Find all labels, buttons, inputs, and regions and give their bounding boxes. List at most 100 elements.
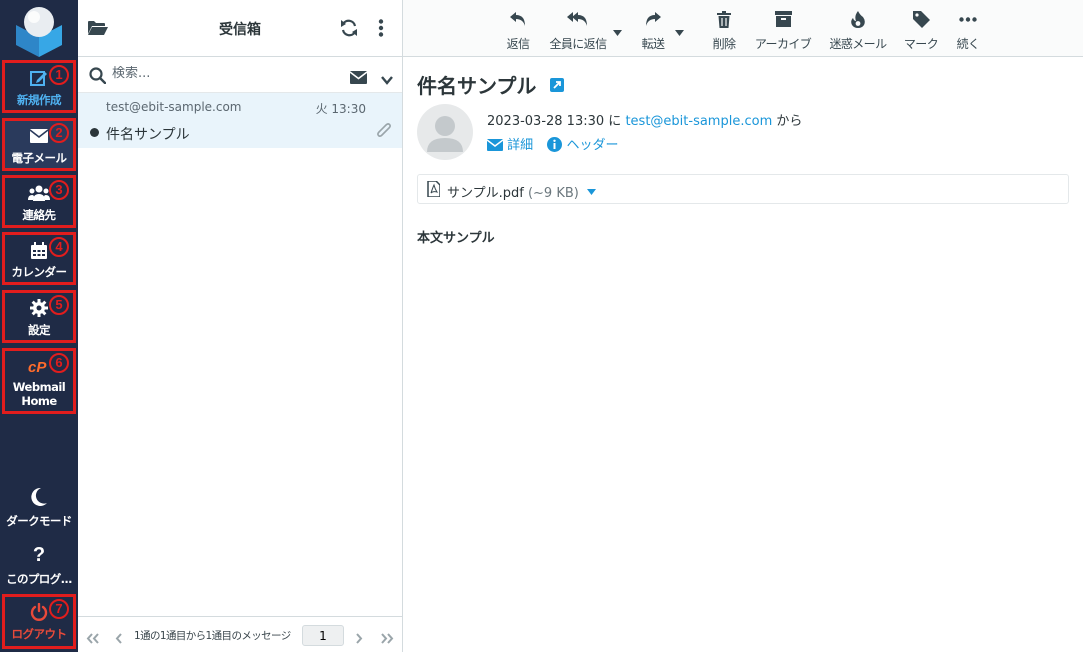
from-suffix: から <box>776 114 803 129</box>
mark-button[interactable]: マーク <box>901 9 941 52</box>
message-subject-heading: 件名サンプル <box>417 74 537 98</box>
forward-button[interactable]: 転送 <box>638 9 668 52</box>
forward-label: 転送 <box>641 37 665 51</box>
page-number-input[interactable] <box>302 625 344 646</box>
message-from: test@ebit-sample.com <box>106 100 242 114</box>
refresh-icon[interactable] <box>340 19 358 41</box>
envelope-filter-icon[interactable] <box>349 69 368 88</box>
forward-caret-icon[interactable] <box>675 21 684 40</box>
unread-dot-icon[interactable] <box>90 128 99 137</box>
envelope-icon <box>486 139 504 155</box>
annotation-number: 1 <box>49 65 69 85</box>
message-list-item[interactable]: test@ebit-sample.com 火 13:30 件名サンプル <box>78 93 402 148</box>
sidebar-item-dark-mode[interactable]: ダークモード <box>0 486 78 529</box>
tag-icon <box>901 9 941 29</box>
prev-page-icon[interactable] <box>115 629 123 648</box>
sidebar-item-label: ログアウト <box>11 627 68 641</box>
annotation-number: 7 <box>49 599 69 619</box>
first-page-icon[interactable] <box>86 629 100 648</box>
sidebar-item-calendar[interactable]: 4 カレンダー <box>2 232 76 285</box>
sidebar-item-logout[interactable]: 7 ログアウト <box>2 594 76 649</box>
sender-link[interactable]: test@ebit-sample.com <box>625 114 772 129</box>
sidebar-item-compose[interactable]: 1 新規作成 <box>2 60 76 113</box>
annotation-number: 2 <box>49 123 69 143</box>
reply-all-button[interactable]: 全員に返信 <box>546 9 610 52</box>
moon-icon <box>0 486 78 508</box>
sidebar-item-label: 連絡先 <box>22 208 57 222</box>
sidebar-item-label: Webmail Home <box>5 380 73 408</box>
webmail-label: Webmail <box>12 380 66 394</box>
search-input[interactable] <box>112 66 312 81</box>
sender-avatar <box>417 104 473 160</box>
attachment-name: サンプル.pdf <box>447 186 524 201</box>
date-suffix: に <box>608 114 622 129</box>
next-page-icon[interactable] <box>355 629 363 648</box>
annotation-number: 4 <box>49 237 69 257</box>
more-vertical-icon[interactable] <box>378 19 384 41</box>
sidebar-item-webmail-home[interactable]: cP 6 Webmail Home <box>2 348 76 414</box>
forward-icon <box>638 9 668 29</box>
chevron-down-icon[interactable] <box>381 70 393 89</box>
pager-text: 1通の1通目から1通目のメッセージ <box>134 630 291 642</box>
sidebar-item-label: 設定 <box>28 323 51 337</box>
annotation-number: 6 <box>49 353 69 373</box>
sidebar-item-about[interactable]: ? このプログ... <box>0 544 78 587</box>
delete-button[interactable]: 削除 <box>708 9 740 52</box>
archive-icon <box>752 9 814 29</box>
paperclip-icon <box>376 123 392 145</box>
delete-label: 削除 <box>712 37 736 51</box>
reply-all-caret-icon[interactable] <box>613 21 622 40</box>
message-list-panel: 受信箱 test@ebit-sample.com 火 13:30 件名サンプル <box>78 0 403 652</box>
message-meta: 2023-03-28 13:30 に test@ebit-sample.com … <box>487 110 802 129</box>
more-label: 続く <box>956 37 980 51</box>
info-icon <box>547 137 563 156</box>
attachment-item[interactable]: サンプル.pdf (~9 KB) <box>417 174 1069 204</box>
svg-text:cP: cP <box>28 359 47 374</box>
sidebar-item-label: 新規作成 <box>17 93 62 107</box>
home-label: Home <box>21 394 57 408</box>
reply-button[interactable]: 返信 <box>503 9 533 52</box>
annotation-number: 3 <box>49 180 69 200</box>
reply-icon <box>503 9 533 29</box>
reply-label: 返信 <box>506 37 530 51</box>
archive-label: アーカイブ <box>754 37 812 51</box>
junk-label: 迷惑メール <box>829 37 887 51</box>
search-icon <box>89 67 107 88</box>
message-toolbar: 返信 全員に返信 転送 削除 アーカイブ 迷惑メール マーク 続く <box>403 0 1083 57</box>
search-bar <box>78 57 402 93</box>
fire-icon <box>826 9 890 29</box>
pdf-file-icon <box>427 180 441 201</box>
headers-link[interactable]: ヘッダー <box>566 138 618 153</box>
sidebar-item-contacts[interactable]: 3 連絡先 <box>2 175 76 228</box>
archive-button[interactable]: アーカイブ <box>752 9 814 52</box>
message-view: 件名サンプル 2023-03-28 13:30 に test@ebit-samp… <box>403 58 1083 652</box>
sidebar-item-label: カレンダー <box>11 265 68 279</box>
message-date: 火 13:30 <box>315 102 366 116</box>
more-button[interactable]: 続く <box>953 9 983 52</box>
message-subject: 件名サンプル <box>106 127 190 143</box>
list-pagination: 1通の1通目から1通目のメッセージ <box>78 616 402 652</box>
junk-button[interactable]: 迷惑メール <box>826 9 890 52</box>
sidebar: 1 新規作成 2 電子メール 3 連絡先 4 カレンダー 5 設定 cP 6 W… <box>0 0 78 652</box>
attachment-size: (~9 KB) <box>527 186 579 201</box>
mark-label: マーク <box>903 37 939 51</box>
roundcube-logo[interactable] <box>12 3 66 57</box>
list-header: 受信箱 <box>78 0 402 57</box>
attachment-label: サンプル.pdf (~9 KB) <box>447 182 596 201</box>
message-body: 本文サンプル <box>417 231 495 246</box>
last-page-icon[interactable] <box>380 629 394 648</box>
sidebar-item-label: ダークモード <box>6 514 72 528</box>
message-meta-links: 詳細 ヘッダー <box>486 134 618 156</box>
question-icon: ? <box>32 543 46 566</box>
reply-all-label: 全員に返信 <box>549 37 607 51</box>
more-horizontal-icon <box>953 9 983 29</box>
sidebar-item-mail[interactable]: 2 電子メール <box>2 118 76 171</box>
sidebar-item-settings[interactable]: 5 設定 <box>2 290 76 343</box>
trash-icon <box>708 9 740 29</box>
details-link[interactable]: 詳細 <box>507 138 533 153</box>
message-date: 2023-03-28 13:30 <box>487 114 605 129</box>
attachment-caret-icon[interactable] <box>587 184 596 199</box>
open-external-icon[interactable] <box>550 77 564 96</box>
reply-all-icon <box>546 9 610 29</box>
sidebar-item-label: 電子メール <box>11 151 68 165</box>
